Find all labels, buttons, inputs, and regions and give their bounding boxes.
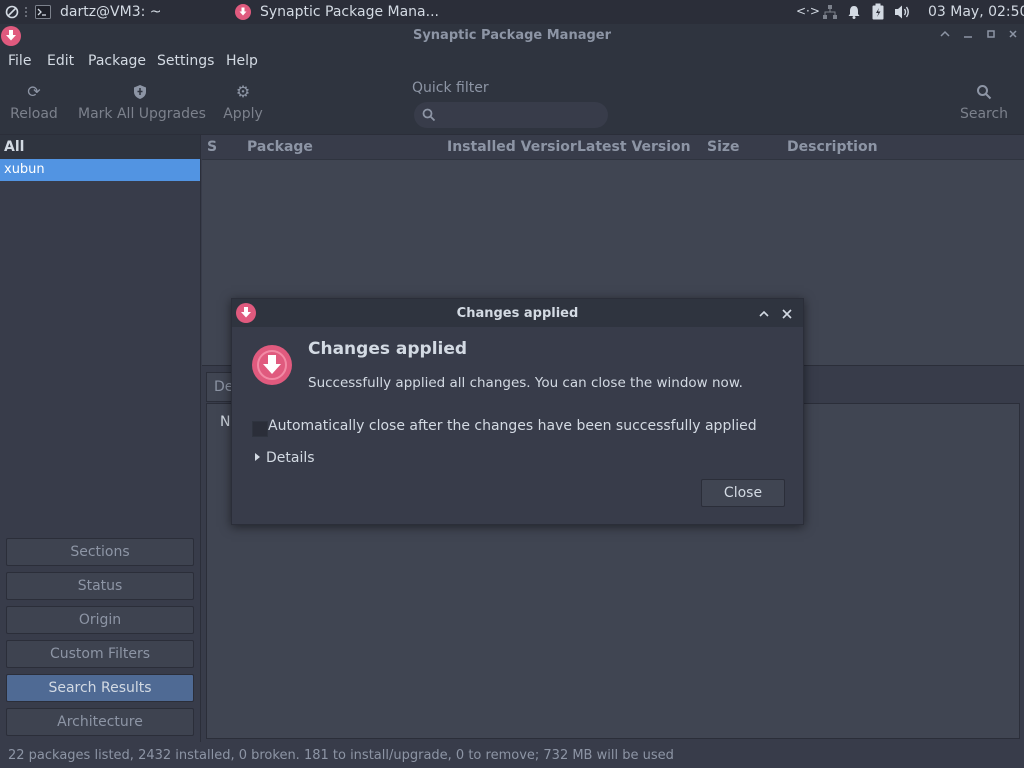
window-shade-button[interactable] bbox=[938, 28, 952, 42]
dialog-heading: Changes applied bbox=[308, 339, 468, 359]
quick-filter-label: Quick filter bbox=[412, 80, 489, 96]
details-label: Details bbox=[266, 450, 315, 466]
auto-close-checkbox[interactable] bbox=[252, 421, 268, 437]
menu-package[interactable]: Package bbox=[88, 53, 146, 69]
search-icon bbox=[956, 80, 1012, 104]
volume-icon[interactable] bbox=[894, 4, 912, 20]
quick-filter-input[interactable] bbox=[414, 102, 608, 128]
status-bar: 22 packages listed, 2432 installed, 0 br… bbox=[0, 744, 1024, 768]
shield-icon bbox=[78, 80, 202, 104]
origin-button[interactable]: Origin bbox=[6, 606, 194, 634]
dialog-close-icon[interactable] bbox=[781, 308, 793, 320]
menu-file[interactable]: File bbox=[8, 53, 31, 69]
search-label: Search bbox=[959, 106, 1009, 122]
menu-settings[interactable]: Settings bbox=[157, 53, 214, 69]
column-size[interactable]: Size bbox=[707, 139, 740, 155]
dialog-title: Changes applied bbox=[456, 306, 579, 321]
quick-filter-search-icon bbox=[422, 108, 436, 122]
synaptic-app-icon[interactable] bbox=[235, 4, 251, 20]
package-list-header: S Package Installed Versior Latest Versi… bbox=[202, 135, 1024, 160]
column-installed-version[interactable]: Installed Versior bbox=[447, 139, 577, 155]
status-text: 22 packages listed, 2432 installed, 0 br… bbox=[8, 748, 674, 763]
dialog-titlebar[interactable]: Changes applied bbox=[232, 299, 803, 327]
column-description[interactable]: Description bbox=[787, 139, 878, 155]
reload-button[interactable]: ⟳ Reload bbox=[6, 80, 62, 122]
status-button[interactable]: Status bbox=[6, 572, 194, 600]
column-status[interactable]: S bbox=[207, 139, 217, 155]
taskbar-terminal-title[interactable]: dartz@VM3: ~ bbox=[60, 4, 162, 20]
close-button[interactable]: Close bbox=[701, 479, 785, 507]
top-panel: dartz@VM3: ~ Synaptic Package Mana... <·… bbox=[0, 0, 1024, 24]
filter-list-header[interactable]: All bbox=[0, 135, 200, 159]
column-latest-version[interactable]: Latest Version bbox=[577, 139, 691, 155]
sections-button[interactable]: Sections bbox=[6, 538, 194, 566]
window-close-button[interactable] bbox=[1006, 28, 1020, 42]
filter-list-item-selected[interactable]: xubun bbox=[0, 159, 200, 181]
details-text: N bbox=[220, 414, 231, 430]
chevron-right-icon bbox=[255, 453, 260, 461]
apply-button[interactable]: ⚙ Apply bbox=[220, 80, 266, 122]
changes-applied-dialog: Changes applied Changes applied Successf… bbox=[231, 298, 804, 525]
details-expander[interactable]: Details bbox=[254, 450, 315, 466]
maximize-icon bbox=[987, 30, 995, 38]
column-package[interactable]: Package bbox=[247, 139, 313, 155]
dialog-shade-button[interactable] bbox=[758, 308, 770, 320]
clock[interactable]: 03 May, 02:50 bbox=[928, 4, 1024, 20]
search-results-button[interactable]: Search Results bbox=[6, 674, 194, 702]
chevron-up-icon bbox=[940, 30, 950, 37]
reload-label: Reload bbox=[10, 106, 58, 122]
auto-close-label[interactable]: Automatically close after the changes ha… bbox=[268, 418, 757, 434]
window-maximize-button[interactable] bbox=[984, 28, 998, 42]
architecture-button[interactable]: Architecture bbox=[6, 708, 194, 736]
whisker-menu-icon[interactable] bbox=[5, 5, 19, 19]
window-title: Synaptic Package Manager bbox=[412, 28, 612, 43]
close-icon bbox=[1009, 30, 1017, 38]
panel-separator-icon bbox=[25, 7, 27, 17]
reload-icon: ⟳ bbox=[27, 82, 41, 101]
taskbar-synaptic-title[interactable]: Synaptic Package Mana... bbox=[260, 4, 439, 20]
window-titlebar[interactable]: Synaptic Package Manager bbox=[0, 24, 1024, 48]
gears-icon: ⚙ bbox=[235, 82, 251, 101]
terminal-icon[interactable] bbox=[35, 4, 51, 20]
apply-label: Apply bbox=[223, 106, 263, 122]
menu-edit[interactable]: Edit bbox=[47, 53, 74, 69]
download-icon bbox=[252, 345, 292, 385]
network-arrows-icon[interactable]: <·> bbox=[796, 4, 820, 18]
window-minimize-button[interactable] bbox=[961, 28, 975, 42]
mark-all-upgrades-button[interactable]: Mark All Upgrades bbox=[78, 80, 206, 122]
notification-bell-icon[interactable] bbox=[846, 4, 862, 20]
search-button[interactable]: Search bbox=[956, 80, 1012, 122]
menu-help[interactable]: Help bbox=[226, 53, 258, 69]
menu-bar: File Edit Package Settings Help bbox=[0, 48, 1024, 74]
custom-filters-button[interactable]: Custom Filters bbox=[6, 640, 194, 668]
battery-icon[interactable] bbox=[871, 3, 885, 21]
dialog-message: Successfully applied all changes. You ca… bbox=[308, 375, 743, 391]
network-icon[interactable] bbox=[822, 4, 838, 20]
mark-all-upgrades-label: Mark All Upgrades bbox=[78, 106, 206, 122]
minimize-icon bbox=[964, 36, 972, 38]
